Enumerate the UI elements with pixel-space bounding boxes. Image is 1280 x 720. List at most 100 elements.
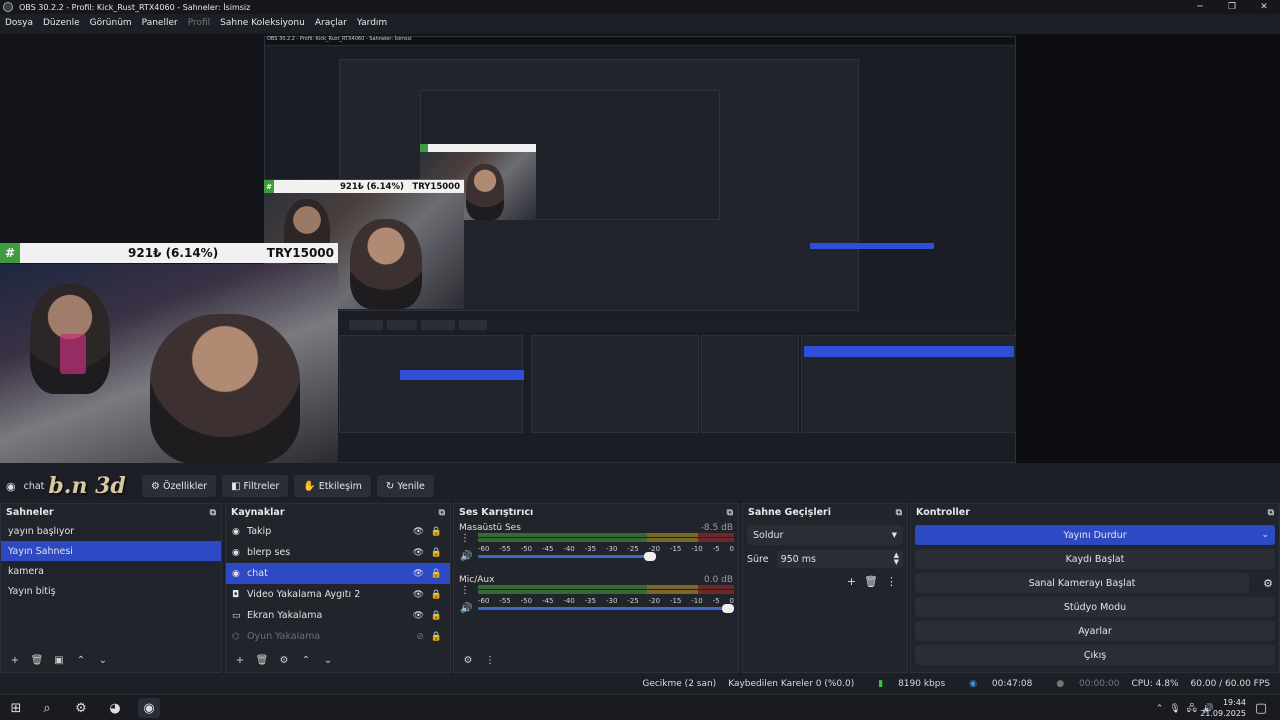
hidden-icon[interactable]: ⊘	[416, 632, 424, 642]
speaker-icon[interactable]: 🔊	[460, 551, 472, 562]
filters-button[interactable]: ◧ Filtreler	[222, 475, 289, 497]
source-item[interactable]: ⌬ Oyun Yakalama ⊘ 🔒	[226, 626, 450, 647]
start-virtual-camera-button[interactable]: Sanal Kamerayı Başlat ⚙	[915, 573, 1273, 593]
visibility-icon[interactable]: 👁	[413, 611, 424, 621]
source-item-active[interactable]: ◉ chat 👁 🔒	[226, 563, 450, 584]
visibility-icon[interactable]: 👁	[413, 590, 424, 600]
exit-button[interactable]: Çıkış	[915, 645, 1275, 665]
refresh-icon: ↻	[385, 480, 395, 492]
lock-icon[interactable]: 🔒	[431, 590, 442, 600]
menu-file[interactable]: Dosya	[5, 18, 33, 28]
gamepad-icon: ⌬	[232, 631, 240, 642]
advanced-audio-icon[interactable]: ⚙	[458, 652, 478, 668]
refresh-button[interactable]: ↻ Yenile	[376, 475, 434, 497]
visibility-icon[interactable]: 👁	[413, 569, 424, 579]
add-source-icon[interactable]: +	[230, 652, 250, 668]
speaker-icon[interactable]: 🔊	[460, 603, 472, 614]
scene-item-active[interactable]: Yayın Sahnesi	[1, 541, 221, 561]
scene-item[interactable]: kamera	[1, 561, 221, 581]
settings-button[interactable]: Ayarlar	[915, 621, 1275, 641]
selected-source-label: ◉ chat b.n 3d	[6, 473, 136, 499]
undock-icon[interactable]: ⧉	[439, 508, 445, 518]
move-down-icon[interactable]: ⌄	[93, 652, 113, 668]
move-down-icon[interactable]: ⌄	[318, 652, 338, 668]
search-icon[interactable]: ⌕	[36, 698, 58, 718]
menu-scene-collection[interactable]: Sahne Koleksiyonu	[220, 18, 305, 28]
properties-button[interactable]: ⚙ Özellikler	[142, 475, 217, 497]
overlay-logo: b.n 3d	[48, 473, 126, 499]
kebab-menu-icon[interactable]: ⋮	[460, 585, 470, 596]
lock-icon[interactable]: 🔒	[431, 569, 442, 579]
browser-icon: ◉	[232, 568, 240, 579]
preview-canvas[interactable]: OBS 30.2.2 - Profil: Kick_Rust_RTX4060 -…	[0, 34, 1016, 463]
signal-icon: ▮	[878, 679, 884, 689]
kebab-menu-icon[interactable]: ⋮	[480, 652, 500, 668]
lock-icon[interactable]: 🔒	[431, 611, 442, 621]
minimize-button[interactable]: ─	[1184, 0, 1216, 14]
channel-db: 0.0 dB	[703, 575, 733, 585]
source-properties-icon[interactable]: ⚙	[274, 652, 294, 668]
menu-tools[interactable]: Araçlar	[315, 18, 347, 28]
source-item[interactable]: ▭ Ekran Yakalama 👁 🔒	[226, 605, 450, 626]
lock-icon[interactable]: 🔒	[431, 548, 442, 558]
stop-stream-button[interactable]: Yayını Durdur ⌄	[915, 525, 1275, 545]
transitions-title: Sahne Geçişleri	[748, 507, 831, 518]
lock-icon[interactable]: 🔒	[431, 632, 442, 642]
windows-start-icon[interactable]: ⊞	[5, 698, 27, 718]
notification-icon[interactable]: ▢	[1250, 698, 1272, 718]
studio-mode-button[interactable]: Stüdyo Modu	[915, 597, 1275, 617]
visibility-icon[interactable]: 👁	[413, 527, 424, 537]
kebab-menu-icon[interactable]: ⋮	[886, 575, 897, 588]
duration-spinbox[interactable]: 950 ms ▲ ▼	[776, 550, 903, 568]
move-up-icon[interactable]: ⌃	[296, 652, 316, 668]
gear-icon[interactable]: ⚙	[1263, 577, 1273, 590]
scenes-title: Sahneler	[6, 507, 54, 518]
meter-ticks: -60 -55 -50 -45 -40 -35 -30 -25 -20 -15 -10 -5 0	[478, 545, 734, 553]
kebab-menu-icon[interactable]: ⋮	[460, 533, 470, 544]
monitor-icon: ▭	[232, 610, 241, 621]
menu-help[interactable]: Yardım	[357, 18, 387, 28]
chevron-down-icon[interactable]: ⌄	[1261, 530, 1269, 540]
remove-transition-icon[interactable]: 🗑	[864, 575, 878, 588]
remove-scene-icon[interactable]: 🗑	[27, 652, 47, 668]
volume-slider[interactable]	[478, 552, 656, 561]
menu-view[interactable]: Görünüm	[90, 18, 132, 28]
source-item[interactable]: ◉ blerp ses 👁 🔒	[226, 542, 450, 563]
undock-icon[interactable]: ⧉	[727, 508, 733, 518]
move-up-icon[interactable]: ⌃	[71, 652, 91, 668]
lock-icon[interactable]: 🔒	[431, 527, 442, 537]
game-app-icon[interactable]: ⚙	[70, 698, 92, 718]
volume-meter	[478, 585, 734, 595]
menu-profile[interactable]: Profil	[188, 18, 210, 28]
add-scene-icon[interactable]: +	[5, 652, 25, 668]
stepper-icon[interactable]: ▲ ▼	[894, 552, 899, 566]
selected-source-name: chat	[23, 480, 45, 492]
volume-slider[interactable]	[478, 604, 734, 613]
close-button[interactable]: ✕	[1248, 0, 1280, 14]
fps-status: 60.00 / 60.00 FPS	[1190, 679, 1270, 689]
mixer-title: Ses Karıştırıcı	[459, 507, 534, 518]
transition-select[interactable]: Soldur ▼	[747, 525, 903, 545]
chrome-icon[interactable]: ◕	[104, 698, 126, 718]
visibility-icon[interactable]: 👁	[413, 548, 424, 558]
restore-button[interactable]: ❐	[1216, 0, 1248, 14]
interact-button[interactable]: ✋ Etkileşim	[294, 475, 371, 497]
source-item[interactable]: ◉ Takip 👁 🔒	[226, 521, 450, 542]
undock-icon[interactable]: ⧉	[1268, 508, 1274, 518]
scene-item[interactable]: Yayın bitiş	[1, 581, 221, 601]
start-recording-button[interactable]: Kaydı Başlat	[915, 549, 1275, 569]
remove-source-icon[interactable]: 🗑	[252, 652, 272, 668]
menu-docks[interactable]: Paneller	[142, 18, 178, 28]
scene-item[interactable]: yayın başlıyor	[1, 521, 221, 541]
source-item[interactable]: ◘ Video Yakalama Aygıtı 2 👁 🔒	[226, 584, 450, 605]
scene-filter-icon[interactable]: ▣	[49, 652, 69, 668]
channel-name: Masaüstü Ses	[459, 523, 521, 533]
undock-icon[interactable]: ⧉	[896, 508, 902, 518]
taskbar-clock[interactable]: 19:44 21.09.2025	[1200, 697, 1246, 719]
menu-edit[interactable]: Düzenle	[43, 18, 80, 28]
undock-icon[interactable]: ⧉	[210, 508, 216, 518]
obs-taskbar-icon[interactable]: ◉	[138, 698, 160, 718]
add-transition-icon[interactable]: +	[847, 575, 856, 588]
window-title: OBS 30.2.2 - Profil: Kick_Rust_RTX4060 -…	[19, 2, 251, 12]
delay-status: Gecikme (2 san)	[642, 679, 717, 689]
